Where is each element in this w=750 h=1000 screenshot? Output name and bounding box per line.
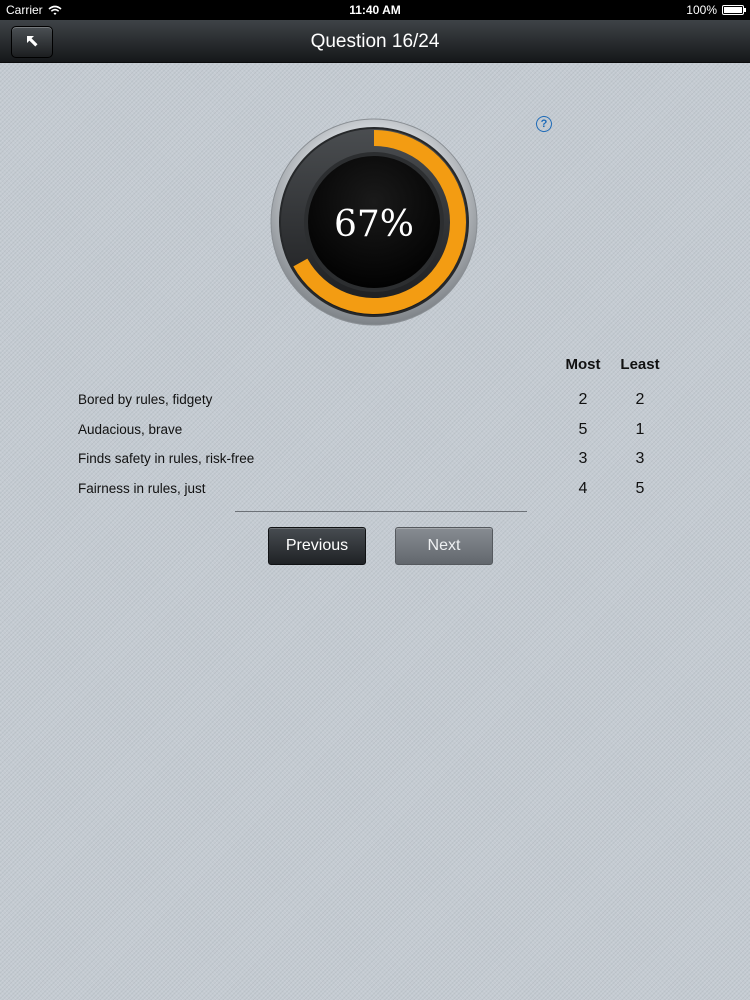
- column-header-most: Most: [565, 356, 601, 373]
- row-most-value[interactable]: 2: [553, 391, 613, 409]
- help-icon[interactable]: ?: [536, 116, 552, 132]
- row-least-value[interactable]: 5: [610, 480, 670, 498]
- table-row[interactable]: Audacious, brave 5 1: [78, 421, 678, 444]
- progress-gauge: 67%: [269, 117, 479, 327]
- table-row[interactable]: Finds safety in rules, risk-free 3 3: [78, 450, 678, 473]
- status-right: 100%: [686, 3, 746, 17]
- divider: [235, 511, 527, 512]
- previous-button[interactable]: Previous: [268, 527, 366, 565]
- row-label: Bored by rules, fidgety: [78, 392, 213, 407]
- next-button[interactable]: Next: [395, 527, 493, 565]
- help-glyph: ?: [540, 118, 548, 130]
- navigation-bar: Question 16/24: [0, 20, 750, 63]
- table-row[interactable]: Fairness in rules, just 4 5: [78, 480, 678, 503]
- battery-percent: 100%: [686, 3, 717, 17]
- row-label: Fairness in rules, just: [78, 481, 206, 496]
- page-title: Question 16/24: [310, 31, 440, 52]
- row-label: Finds safety in rules, risk-free: [78, 451, 255, 466]
- column-header-least: Least: [620, 356, 660, 373]
- table-row[interactable]: Bored by rules, fidgety 2 2: [78, 391, 678, 414]
- progress-percentage: 67%: [333, 203, 414, 245]
- row-label: Audacious, brave: [78, 422, 183, 437]
- row-least-value[interactable]: 2: [610, 391, 670, 409]
- row-most-value[interactable]: 4: [553, 480, 613, 498]
- status-time: 11:40 AM: [349, 3, 401, 17]
- row-least-value[interactable]: 1: [610, 421, 670, 439]
- status-bar: Carrier 11:40 AM 100%: [0, 0, 750, 20]
- battery-fill: [724, 7, 742, 13]
- battery-icon: [722, 5, 746, 15]
- row-least-value[interactable]: 3: [610, 450, 670, 468]
- row-most-value[interactable]: 5: [553, 421, 613, 439]
- row-most-value[interactable]: 3: [553, 450, 613, 468]
